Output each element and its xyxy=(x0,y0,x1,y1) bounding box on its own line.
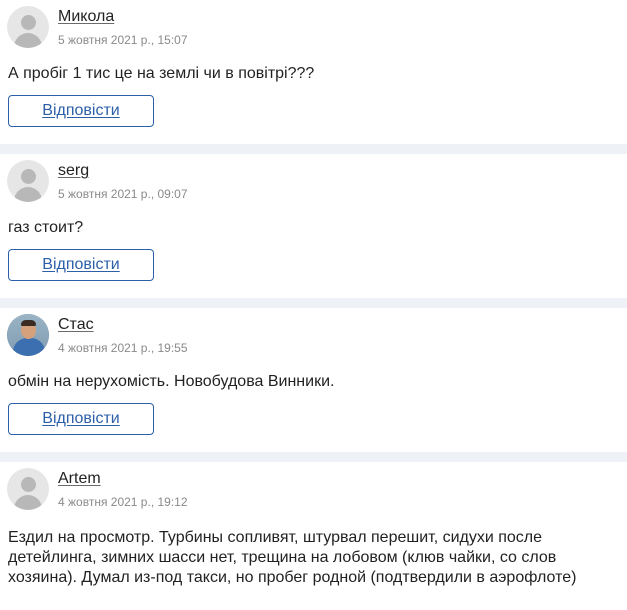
comment-item: Микола 5 жовтня 2021 р., 15:07 А пробіг … xyxy=(0,0,627,144)
comment-separator xyxy=(0,144,627,154)
comment-text: обмін на нерухомість. Новобудова Винники… xyxy=(8,373,335,390)
reply-button[interactable]: Відповісти xyxy=(8,403,154,435)
reply-button[interactable]: Відповісти xyxy=(8,95,154,127)
comments-list: Микола 5 жовтня 2021 р., 15:07 А пробіг … xyxy=(0,0,627,610)
comment-date: 5 жовтня 2021 р., 15:07 xyxy=(58,33,188,47)
comment-header: Микола 5 жовтня 2021 р., 15:07 xyxy=(7,6,188,48)
comment-date: 4 жовтня 2021 р., 19:55 xyxy=(58,341,188,355)
comment-author-link[interactable]: Artem xyxy=(58,469,101,489)
comment-text: А пробіг 1 тис це на землі чи в повітрі?… xyxy=(8,65,315,82)
comment-header: Artem 4 жовтня 2021 р., 19:12 xyxy=(7,468,188,510)
comment-text: газ стоит? xyxy=(8,219,84,236)
user-photo-avatar[interactable] xyxy=(7,314,49,356)
comment-author-link[interactable]: Стас xyxy=(58,315,94,335)
comment-author-link[interactable]: serg xyxy=(58,161,89,181)
reply-button[interactable]: Відповісти xyxy=(8,249,154,281)
comment-header: Стас 4 жовтня 2021 р., 19:55 xyxy=(7,314,188,356)
user-avatar-icon[interactable] xyxy=(7,468,49,510)
comment-date: 4 жовтня 2021 р., 19:12 xyxy=(58,495,188,509)
user-avatar-icon[interactable] xyxy=(7,6,49,48)
comment-text: Ездил на просмотр. Турбины сопливят, шту… xyxy=(8,529,577,586)
comment-date: 5 жовтня 2021 р., 09:07 xyxy=(58,187,188,201)
comment-separator xyxy=(0,452,627,462)
comment-item: Artem 4 жовтня 2021 р., 19:12 Ездил на п… xyxy=(0,462,627,610)
user-avatar-icon[interactable] xyxy=(7,160,49,202)
comment-item: serg 5 жовтня 2021 р., 09:07 газ стоит? … xyxy=(0,154,627,298)
comment-separator xyxy=(0,298,627,308)
comment-item: Стас 4 жовтня 2021 р., 19:55 обмін на не… xyxy=(0,308,627,452)
comment-header: serg 5 жовтня 2021 р., 09:07 xyxy=(7,160,188,202)
comment-author-link[interactable]: Микола xyxy=(58,7,114,27)
